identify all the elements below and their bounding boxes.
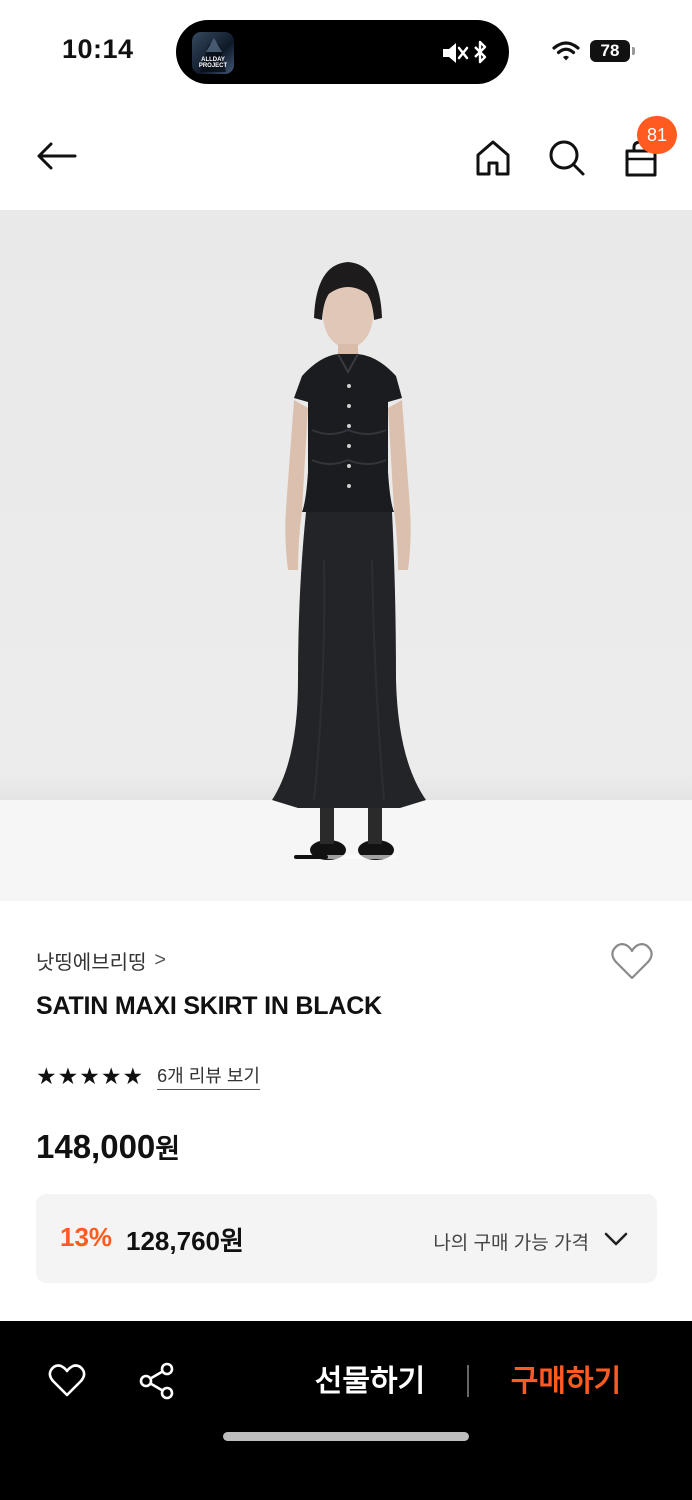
wishlist-button[interactable] bbox=[608, 938, 656, 986]
heart-outline-icon bbox=[611, 943, 653, 980]
cart-count-badge: 81 bbox=[637, 116, 677, 154]
brand-link[interactable]: 낫띵에브리띵 > bbox=[36, 945, 166, 975]
search-icon bbox=[549, 140, 585, 176]
price-unit: 원 bbox=[155, 1134, 181, 1164]
island-app-label: ALLDAY PROJECT bbox=[198, 57, 228, 69]
wifi-icon bbox=[552, 41, 580, 61]
status-bar: 10:14 ALLDAY PROJECT 78 bbox=[0, 0, 692, 100]
home-icon bbox=[476, 140, 510, 176]
chevron-right-icon: > bbox=[154, 948, 167, 971]
star-icon: ★ bbox=[100, 1062, 122, 1089]
speaker-bluetooth-icon bbox=[441, 39, 491, 67]
back-button[interactable] bbox=[33, 133, 79, 179]
search-button[interactable] bbox=[544, 135, 590, 181]
home-indicator[interactable] bbox=[223, 1432, 469, 1441]
product-model-image bbox=[272, 262, 426, 860]
star-icon: ★ bbox=[36, 1062, 57, 1089]
discount-rate: 13% bbox=[60, 1222, 113, 1252]
review-link[interactable]: 6개 리뷰 보기 bbox=[157, 1062, 260, 1090]
rating-stars: ★ ★ ★ ★ ★ bbox=[36, 1062, 144, 1089]
product-image-carousel[interactable] bbox=[0, 210, 692, 901]
home-indicator-area bbox=[0, 1376, 692, 1500]
original-price: 148,000원 bbox=[36, 1127, 180, 1166]
arrow-left-icon bbox=[37, 142, 77, 170]
my-price-label: 나의 구매 가능 가격 bbox=[433, 1233, 589, 1254]
product-title: SATIN MAXI SKIRT IN BLACK bbox=[36, 992, 382, 1020]
chevron-down-icon bbox=[604, 1232, 628, 1246]
battery-indicator: 78 bbox=[590, 40, 635, 62]
star-icon: ★ bbox=[122, 1062, 144, 1089]
status-right-group: 78 bbox=[552, 36, 635, 66]
my-price-dropdown[interactable]: 13% 128,760원 나의 구매 가능 가격 bbox=[36, 1194, 657, 1283]
star-icon: ★ bbox=[57, 1062, 79, 1089]
star-icon: ★ bbox=[79, 1062, 100, 1089]
my-price-value: 128,760원 bbox=[126, 1226, 244, 1256]
carousel-indicator-active bbox=[294, 855, 328, 859]
dynamic-island[interactable]: ALLDAY PROJECT bbox=[176, 20, 509, 84]
status-time: 10:14 bbox=[62, 34, 134, 64]
home-button[interactable] bbox=[470, 135, 516, 181]
top-navigation bbox=[0, 100, 692, 210]
brand-name: 낫띵에브리띵 bbox=[36, 951, 147, 974]
price-value: 148,000 bbox=[36, 1128, 156, 1165]
rating-row: ★ ★ ★ ★ ★ 6개 리뷰 보기 bbox=[36, 1062, 260, 1090]
now-playing-app-icon[interactable]: ALLDAY PROJECT bbox=[192, 32, 234, 74]
